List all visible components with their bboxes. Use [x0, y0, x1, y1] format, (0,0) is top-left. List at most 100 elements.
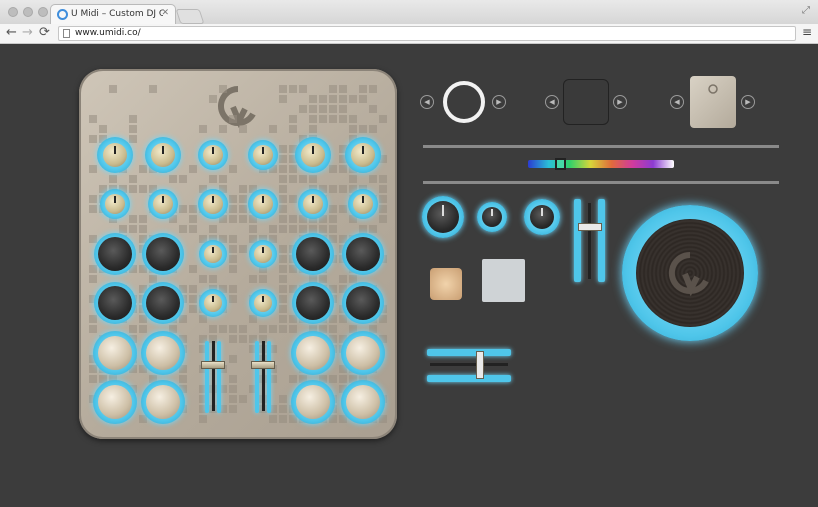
color-slider-handle[interactable] — [555, 158, 566, 170]
rotary-knob[interactable] — [253, 194, 273, 214]
grid-cell — [279, 255, 287, 263]
knob-indicator — [114, 196, 116, 204]
grid-cell — [379, 175, 387, 183]
palette-pad-warm[interactable] — [430, 268, 462, 300]
address-bar[interactable]: www.umidi.co/ — [58, 26, 796, 41]
grid-cell — [179, 175, 187, 183]
rotary-knob[interactable] — [303, 194, 323, 214]
next-body-button[interactable]: ▶ — [613, 95, 627, 109]
back-button[interactable]: ← — [6, 25, 17, 40]
pad-button[interactable] — [146, 336, 180, 370]
close-window-button[interactable] — [8, 7, 18, 17]
grid-cell — [279, 165, 287, 173]
rotary-knob[interactable] — [146, 237, 180, 271]
rotary-knob[interactable] — [203, 145, 223, 165]
grid-cell — [239, 245, 247, 253]
rotary-knob[interactable] — [204, 245, 222, 263]
grid-cell — [289, 165, 297, 173]
grid-cell — [339, 85, 347, 93]
fader-cap[interactable] — [201, 361, 225, 369]
grid-cell — [319, 225, 327, 233]
rotary-knob[interactable] — [296, 237, 330, 271]
palette-medium-knob[interactable] — [530, 205, 554, 229]
rotary-knob[interactable] — [98, 237, 132, 271]
rotary-knob[interactable] — [203, 194, 223, 214]
rotary-knob[interactable] — [346, 237, 380, 271]
next-finish-button[interactable]: ▶ — [741, 95, 755, 109]
prev-finish-button[interactable]: ◀ — [670, 95, 684, 109]
grid-cell — [189, 165, 197, 173]
prev-body-button[interactable]: ◀ — [545, 95, 559, 109]
close-tab-icon[interactable]: ✕ — [161, 8, 169, 18]
grid-cell — [189, 295, 197, 303]
forward-button[interactable]: → — [22, 25, 33, 40]
pad-button[interactable] — [346, 385, 380, 419]
grid-cell — [239, 215, 247, 223]
pad-button[interactable] — [346, 336, 380, 370]
jog-wheel[interactable] — [636, 219, 744, 327]
minimize-window-button[interactable] — [23, 7, 33, 17]
horizontal-fader-cap[interactable] — [476, 351, 484, 379]
palette-pad-light[interactable] — [482, 259, 525, 302]
url-text[interactable]: www.umidi.co/ — [75, 28, 141, 38]
browser-tab[interactable]: U Midi – Custom DJ Controller ✕ — [50, 4, 176, 24]
next-ring-button[interactable]: ▶ — [492, 95, 506, 109]
new-tab-button[interactable] — [175, 9, 205, 24]
color-spectrum-slider[interactable] — [528, 160, 674, 168]
rotary-knob[interactable] — [98, 286, 132, 320]
rotary-knob[interactable] — [346, 286, 380, 320]
grid-cell — [179, 205, 187, 213]
grid-cell — [139, 325, 147, 333]
rotary-knob[interactable] — [204, 294, 222, 312]
horizontal-fader-glow — [427, 375, 511, 382]
umidi-logo-icon — [708, 84, 718, 94]
grid-cell — [369, 175, 377, 183]
pad-button[interactable] — [296, 385, 330, 419]
grid-cell — [129, 175, 137, 183]
grid-cell — [339, 165, 347, 173]
window-controls — [8, 7, 48, 17]
rotary-knob[interactable] — [153, 194, 173, 214]
grid-cell — [89, 235, 97, 243]
grid-cell — [229, 165, 237, 173]
rotary-knob[interactable] — [151, 143, 175, 167]
grid-cell — [239, 325, 247, 333]
rotary-knob[interactable] — [105, 194, 125, 214]
zoom-window-button[interactable] — [38, 7, 48, 17]
grid-cell — [189, 205, 197, 213]
prev-ring-button[interactable]: ◀ — [420, 95, 434, 109]
pad-button[interactable] — [98, 385, 132, 419]
vertical-fader-cap[interactable] — [578, 223, 602, 231]
knob-indicator — [262, 196, 264, 204]
palette-small-knob[interactable] — [482, 207, 502, 227]
grid-cell — [279, 185, 287, 193]
rotary-knob[interactable] — [146, 286, 180, 320]
grid-cell — [329, 375, 337, 383]
palette-large-knob[interactable] — [427, 201, 459, 233]
grid-cell — [89, 265, 97, 273]
rotary-knob[interactable] — [353, 194, 373, 214]
fullscreen-icon[interactable]: ⤢ — [802, 5, 810, 16]
grid-cell — [119, 225, 127, 233]
ring-style-preview[interactable] — [443, 81, 485, 123]
rotary-knob[interactable] — [296, 286, 330, 320]
rotary-knob[interactable] — [301, 143, 325, 167]
pad-button[interactable] — [296, 336, 330, 370]
pad-button[interactable] — [146, 385, 180, 419]
grid-cell — [129, 325, 137, 333]
rotary-knob[interactable] — [103, 143, 127, 167]
rotary-knob[interactable] — [254, 294, 272, 312]
finish-preview[interactable] — [690, 76, 736, 128]
menu-icon[interactable]: ≡ — [802, 25, 812, 39]
rotary-knob[interactable] — [254, 245, 272, 263]
fader-cap[interactable] — [251, 361, 275, 369]
body-color-preview[interactable] — [563, 79, 609, 125]
grid-cell — [289, 195, 297, 203]
grid-cell — [89, 115, 97, 123]
grid-cell — [239, 125, 247, 133]
pad-button[interactable] — [98, 336, 132, 370]
rotary-knob[interactable] — [351, 143, 375, 167]
rotary-knob[interactable] — [253, 145, 273, 165]
grid-cell — [199, 315, 207, 323]
reload-button[interactable]: ⟳ — [39, 25, 50, 40]
